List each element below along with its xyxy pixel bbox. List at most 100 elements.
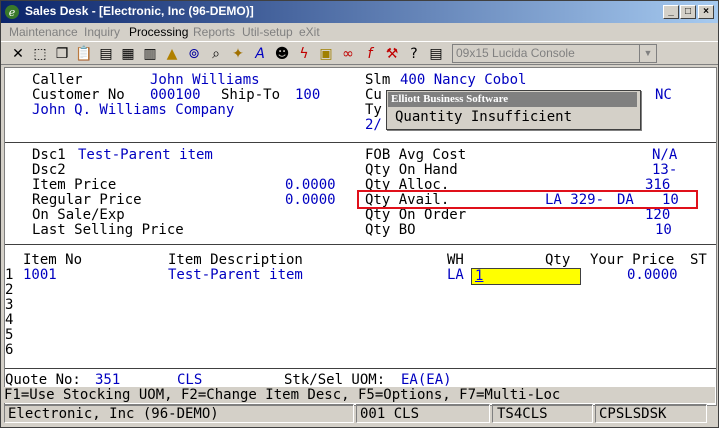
calendar-icon[interactable]: ▥ [140,44,160,64]
title-bar[interactable]: e Sales Desk - [Electronic, Inc (96-DEMO… [1,1,718,23]
row-number: 5 [5,327,14,343]
help-icon[interactable]: ? [404,44,424,64]
on-hand-value: 13- [652,162,678,178]
date-partial: 2/ [365,117,382,133]
menu-exit[interactable]: eXit [299,25,320,39]
stk-uom-label: Stk/Sel UOM: [284,372,386,388]
on-order-label: Qty On Order [365,207,467,223]
terminal-screen: Caller John Williams Customer No 000100 … [4,67,717,406]
copy-icon[interactable]: ❐ [52,44,72,64]
popup-message: Quantity Insufficient [395,109,573,125]
select-icon[interactable]: ⬚ [30,44,50,64]
shipto-value[interactable]: 100 [295,88,320,103]
row1-item-no[interactable]: 1001 [23,268,57,283]
qty-input-value: 1 [475,268,484,284]
font-icon[interactable]: A [250,44,270,64]
shipto-label: Ship-To [221,87,281,103]
notes-icon[interactable]: ▦ [118,44,138,64]
message-popup[interactable]: Elliott Business Software Quantity Insuf… [386,90,641,130]
bo-value: 10 [655,222,672,238]
font-selector[interactable]: 09x15 Lucida Console ▼ [452,44,657,63]
menu-util-setup[interactable]: Util-setup [242,25,293,39]
item-price-label: Item Price [32,177,117,193]
on-order-value: 120 [645,207,671,223]
col-description: Item Description [168,252,303,268]
cu-label: Cu [365,87,382,103]
qty-input[interactable]: 1 [471,268,581,285]
row-number: 2 [5,282,14,298]
dsc2-label: Dsc2 [32,162,66,178]
app-icon[interactable]: e [4,4,20,20]
print-setup-icon[interactable]: ▤ [96,44,116,64]
customer-no[interactable]: 000100 [150,88,201,103]
regular-price-value: 0.0000 [285,192,336,208]
row-number: 3 [5,297,14,313]
menu-processing[interactable]: Processing [129,25,188,39]
close-button[interactable]: × [698,5,714,19]
menu-inquiry[interactable]: Inquiry [84,25,120,39]
on-hand-label: Qty On Hand [365,162,458,178]
footer-cls: CLS [177,372,203,388]
menu-bar: Maintenance Inquiry Processing Reports U… [1,23,718,41]
col-price: Your Price [590,252,675,268]
dsc1-value: Test-Parent item [78,147,213,163]
company-name: John Q. Williams Company [32,102,235,118]
search-icon[interactable]: ⌕ [206,44,226,64]
row-number: 4 [5,312,14,328]
popup-title: Elliott Business Software [388,92,637,107]
slm-value[interactable]: 400 Nancy Cobol [400,73,526,88]
qty-avail-highlight [357,190,698,209]
link-icon[interactable]: ∞ [338,44,358,64]
caller-label: Caller [32,72,83,88]
slm-label: Slm [365,72,391,88]
maximize-button[interactable]: □ [680,5,696,19]
row1-wh[interactable]: LA [447,268,464,283]
user-icon[interactable]: ☻ [272,44,292,64]
menu-maintenance[interactable]: Maintenance [9,25,78,39]
quote-label: Quote No: [5,372,81,388]
quote-no: 351 [95,372,121,388]
warning-icon[interactable]: ▲ [162,44,182,64]
col-wh: WH [447,252,464,268]
chevron-down-icon[interactable]: ▼ [639,45,656,62]
item-price-value: 0.0000 [285,177,336,193]
divider [5,142,716,143]
col-qty: Qty [545,252,571,268]
function-icon[interactable]: f [360,44,380,64]
minimize-button[interactable]: _ [663,5,679,19]
last-selling-label: Last Selling Price [32,222,184,238]
menu-reports[interactable]: Reports [193,25,235,39]
row1-description[interactable]: Test-Parent item [168,268,303,283]
status-company: Electronic, Inc (96-DEMO) [4,404,354,423]
ty-label: Ty [365,102,382,118]
lightning-icon[interactable]: ϟ [294,44,314,64]
row-number: 6 [5,342,14,358]
wizard-icon[interactable]: ✦ [228,44,248,64]
cancel-icon[interactable]: ✕ [8,44,28,64]
right-partial: NC [655,87,672,103]
font-selector-value: 09x15 Lucida Console [456,46,575,60]
bo-label: Qty BO [365,222,416,238]
caller-value[interactable]: John Williams [150,73,260,88]
stk-uom-value: EA(EA) [401,372,452,388]
status-cls: 001 CLS [356,404,490,423]
row1-price[interactable]: 0.0000 [627,268,678,283]
binoculars-icon[interactable]: ⊚ [184,44,204,64]
app-window: e Sales Desk - [Electronic, Inc (96-DEMO… [0,0,719,428]
on-sale-label: On Sale/Exp [32,207,125,223]
fob-label: FOB Avg Cost [365,147,467,163]
col-item-no: Item No [23,252,83,268]
window-title: Sales Desk - [Electronic, Inc (96-DEMO)] [25,4,254,18]
fob-value: N/A [652,147,678,163]
divider [5,244,716,245]
function-keys-bar: F1=Use Stocking UOM, F2=Change Item Desc… [4,387,715,403]
document-icon[interactable]: ▤ [426,44,446,64]
regular-price-label: Regular Price [32,192,142,208]
divider [5,368,716,369]
row-number: 1 [5,267,14,283]
tools-icon[interactable]: ⚒ [382,44,402,64]
col-st: ST [690,252,707,268]
calculator-icon[interactable]: ▣ [316,44,336,64]
status-program: CPSLSDSK [595,404,707,423]
paste-icon[interactable]: 📋 [74,44,94,64]
